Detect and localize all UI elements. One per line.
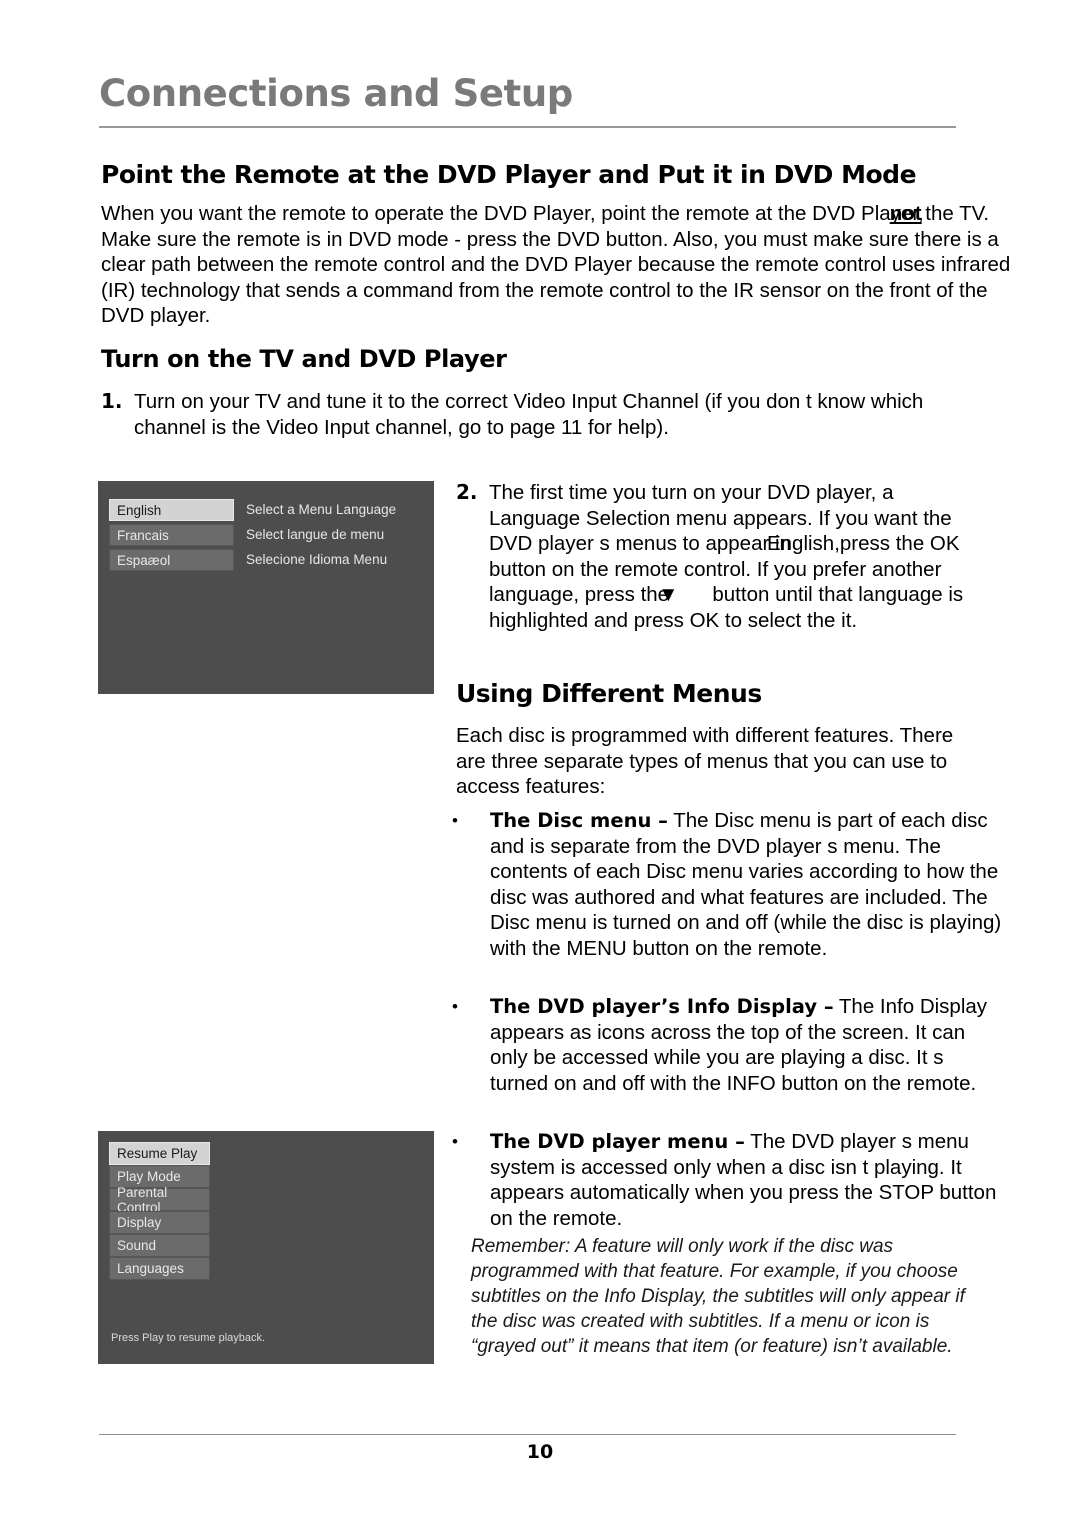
bullet-item-info-display: • The DVD player’s Info Display – The In…: [452, 994, 1004, 1096]
menu-item-label: Display: [117, 1215, 162, 1230]
heading-using-different-menus: Using Different Menus: [456, 679, 762, 708]
menu-item-label: Languages: [117, 1261, 184, 1276]
bullet-lead-label: The DVD player’s Info Display –: [490, 995, 834, 1018]
step-2-text: The first time you turn on your DVD play…: [489, 480, 986, 633]
menu-item-label: Play Mode: [117, 1169, 181, 1184]
player-menu-screenshot: Resume Play Play Mode Parental Control D…: [98, 1131, 434, 1364]
step-2-number: 2.: [456, 480, 478, 504]
remember-note: Remember: A feature will only work if th…: [471, 1236, 965, 1357]
bullet-item-disc-menu: • The Disc menu – The Disc menu is part …: [452, 808, 1004, 961]
language-option-espanol[interactable]: Espaæol: [109, 549, 234, 571]
page-number: 10: [526, 1441, 554, 1463]
menu-item-display[interactable]: Display: [109, 1211, 210, 1234]
step-1-text: Turn on your TV and tune it to the corre…: [134, 390, 924, 439]
bullet-lead-label: The DVD player menu –: [490, 1130, 745, 1153]
menu-item-label: Parental Control: [117, 1184, 168, 1215]
down-arrow-icon: ▼: [658, 583, 679, 606]
menus-intro-paragraph: Each disc is programmed with different f…: [456, 724, 954, 798]
bullet-lead-label: The Disc menu –: [490, 809, 668, 832]
player-menu-footer-hint: Press Play to resume playback.: [111, 1332, 266, 1344]
language-option-label: Espaæol: [117, 552, 171, 568]
intro-emphasis-not: not: [889, 202, 922, 225]
bullet-item-dvd-player-menu: • The DVD player menu – The DVD player s…: [452, 1129, 1004, 1231]
step-2-emphasis-english: English,: [766, 532, 840, 555]
heading-point-the-remote: Point the Remote at the DVD Player and P…: [101, 160, 917, 189]
bullet-body: The DVD player’s Info Display – The Info…: [490, 994, 1004, 1096]
menu-item-resume-play[interactable]: Resume Play: [109, 1142, 210, 1165]
menu-item-label: Sound: [117, 1238, 157, 1253]
language-prompt-english: Select a Menu Language: [246, 502, 397, 517]
numbered-step-2: 2. The first time you turn on your DVD p…: [456, 480, 986, 633]
page-title: Connections and Setup: [99, 72, 573, 115]
language-option-label: Francais: [117, 527, 169, 543]
menu-item-parental-control[interactable]: Parental Control: [109, 1185, 210, 1215]
menu-item-label: Resume Play: [117, 1146, 198, 1161]
language-prompt-spanish: Selecione Idioma Menu: [246, 552, 388, 567]
language-option-english[interactable]: English: [109, 499, 234, 521]
step-1-number: 1.: [101, 389, 123, 413]
bullet-dot-icon: •: [452, 997, 458, 1016]
language-selection-screenshot: English Francais Espaæol Select a Menu L…: [98, 481, 434, 694]
language-prompt-french: Select langue de menu: [246, 527, 385, 542]
heading-turn-on-tv: Turn on the TV and DVD Player: [101, 345, 507, 373]
menu-item-languages[interactable]: Languages: [109, 1257, 210, 1280]
document-page: Connections and Setup Point the Remote a…: [0, 0, 1080, 1530]
bullet-dot-icon: •: [452, 1132, 458, 1151]
menu-item-sound[interactable]: Sound: [109, 1234, 210, 1257]
header-divider: [99, 126, 956, 128]
intro-paragraph: When you want the remote to operate the …: [101, 201, 1021, 329]
intro-text-part1: When you want the remote to operate the …: [101, 202, 924, 225]
footer-divider: [99, 1434, 956, 1435]
bullet-body: The DVD player menu – The DVD player s m…: [490, 1129, 1004, 1231]
language-option-label: English: [117, 502, 162, 518]
bullet-dot-icon: •: [452, 811, 458, 830]
numbered-step-1: 1. Turn on your TV and tune it to the co…: [101, 389, 981, 440]
language-option-francais[interactable]: Francais: [109, 524, 234, 546]
bullet-body: The Disc menu – The Disc menu is part of…: [490, 808, 1004, 961]
